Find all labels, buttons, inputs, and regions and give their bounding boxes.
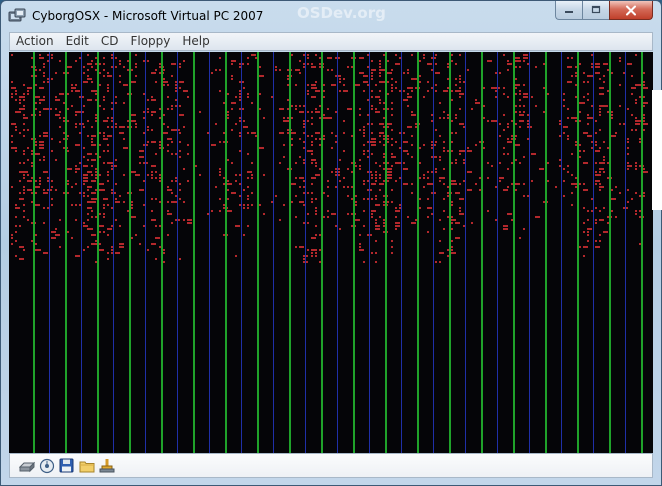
floppy-icon[interactable] (58, 458, 75, 474)
menu-cd[interactable]: CD (95, 33, 125, 50)
status-bar (9, 453, 653, 478)
virtual-pc-icon[interactable] (8, 8, 26, 24)
background-window-edge (652, 90, 662, 210)
menu-floppy[interactable]: Floppy (124, 33, 176, 50)
minimize-icon (565, 11, 573, 13)
vm-display (11, 52, 648, 453)
menu-edit[interactable]: Edit (60, 33, 95, 50)
vpc-window: OSDev.org CyborgOSX - Microsoft Virtual … (0, 0, 662, 486)
hard-disk-icon[interactable] (18, 458, 35, 474)
menu-bar: Action Edit CD Floppy Help (9, 32, 653, 51)
vm-screen[interactable] (9, 52, 653, 453)
title-bar[interactable]: OSDev.org CyborgOSX - Microsoft Virtual … (1, 1, 661, 31)
background-window-title: OSDev.org (297, 4, 386, 22)
maximize-icon (591, 5, 601, 14)
close-button[interactable] (609, 1, 653, 20)
screen-garbage (11, 54, 648, 263)
screen-vertical-lines (33, 52, 643, 453)
menu-action[interactable]: Action (10, 33, 60, 50)
minimize-button[interactable] (555, 1, 582, 20)
maximize-button[interactable] (582, 1, 609, 20)
window-title: CyborgOSX - Microsoft Virtual PC 2007 (32, 9, 264, 23)
close-icon (626, 5, 636, 15)
shared-folder-icon[interactable] (78, 458, 95, 474)
cd-icon[interactable] (38, 458, 55, 474)
network-icon[interactable] (98, 458, 115, 474)
menu-help[interactable]: Help (176, 33, 215, 50)
caption-buttons (555, 1, 653, 20)
